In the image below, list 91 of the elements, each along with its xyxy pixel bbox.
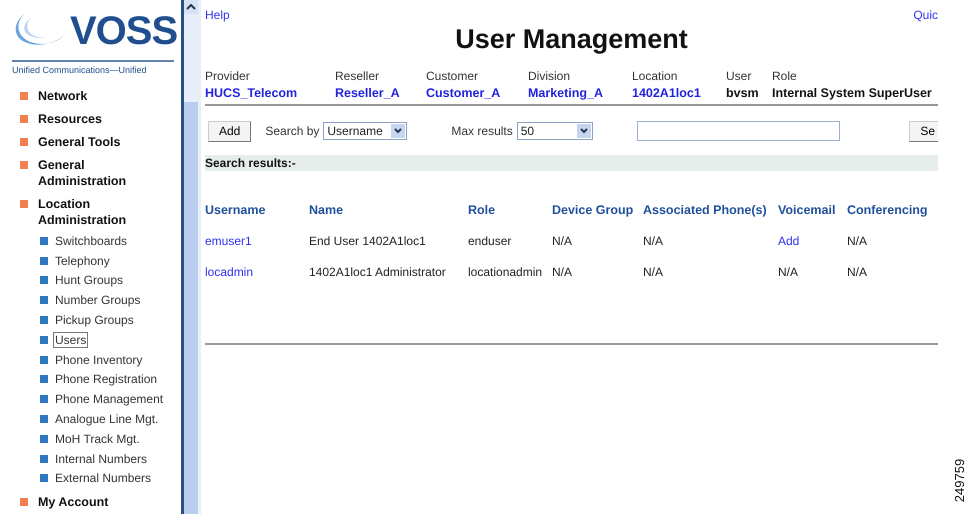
table-cell-text: N/A (552, 234, 574, 248)
submenu-item[interactable]: External Numbers (53, 470, 154, 486)
menu-item[interactable]: General Tools (38, 134, 148, 150)
table-cell-text: End User 1402A1loc1 (309, 234, 427, 248)
context-label: User (726, 69, 752, 83)
table-link[interactable]: locadmin (205, 265, 309, 279)
bullet-icon (40, 296, 48, 304)
submenu-item[interactable]: Internal Numbers (53, 450, 150, 467)
bullet-icon (40, 236, 48, 245)
submenu-item[interactable]: Pickup Groups (53, 312, 136, 328)
column-header: Conferencing (847, 203, 929, 217)
logo-tagline: Unified Communications—Unified (12, 65, 148, 75)
table-cell-text: N/A (847, 265, 868, 279)
search-field[interactable] (636, 121, 840, 141)
bullet-icon (40, 415, 48, 424)
table-cell-text: N/A (847, 234, 868, 248)
figure-number: 249759 (952, 458, 968, 502)
bullet-icon (40, 336, 48, 344)
context-label: Division (528, 69, 572, 83)
table-cell-text: locationadmin (468, 265, 544, 279)
column-header: Voicemail (778, 203, 836, 217)
bullet-icon (40, 434, 48, 443)
context-link[interactable]: HUCS_Telecom (205, 86, 335, 100)
table-cell-text: 1402A1loc1 Administrator (309, 265, 447, 279)
bullet-icon (20, 138, 28, 146)
submenu-item[interactable]: Phone Management (53, 391, 166, 408)
context-label: Provider (205, 69, 251, 83)
context-value: bvsm (726, 86, 760, 100)
quick-link[interactable]: Quic (913, 8, 938, 22)
bullet-icon (20, 161, 28, 169)
column-header: Device Group (552, 203, 634, 217)
submenu-item[interactable]: Hunt Groups (53, 272, 126, 288)
column-header: Associated Phone(s) (643, 203, 768, 217)
submenu-item[interactable]: MoH Track Mgt. (53, 430, 142, 447)
menu-item[interactable]: Network (38, 88, 148, 104)
context-label: Reseller (335, 69, 380, 83)
logo-wordmark: VOSS (70, 8, 178, 54)
bullet-icon (40, 395, 48, 404)
column-header: Username (205, 203, 266, 217)
bullet-icon (40, 276, 48, 284)
help-link[interactable]: Help (205, 8, 230, 22)
bullet-icon (40, 356, 48, 364)
page-title: User Management (454, 24, 689, 55)
bullet-icon (40, 454, 48, 463)
table-link[interactable]: Add (778, 234, 847, 248)
submenu-item[interactable]: Phone Registration (53, 371, 160, 388)
column-header: Name (309, 203, 344, 217)
menu-item[interactable]: Location Administration (38, 196, 148, 228)
submenu-item[interactable]: Analogue Line Mgt. (53, 411, 160, 428)
scroll-up-icon[interactable] (184, 0, 198, 14)
column-header: Role (468, 203, 496, 217)
context-link[interactable]: Reseller_A (335, 86, 426, 100)
context-label: Customer (426, 69, 480, 83)
context-link[interactable]: 1402A1loc1 (632, 86, 726, 100)
bullet-icon (40, 256, 48, 265)
dropdown-caret-icon[interactable] (576, 124, 591, 138)
scrollbar-thumb[interactable] (184, 102, 198, 514)
bullet-icon (20, 115, 28, 123)
bullet-icon (20, 92, 28, 100)
table-cell-text: N/A (643, 234, 664, 248)
bullet-icon (20, 200, 28, 208)
menu-item[interactable]: General Administration (38, 157, 148, 189)
menu-item[interactable]: My Account (38, 494, 148, 510)
table-link[interactable]: emuser1 (205, 234, 309, 248)
submenu-item[interactable]: Number Groups (53, 292, 142, 308)
submenu-item[interactable]: Telephony (53, 252, 112, 269)
context-label: Role (772, 69, 798, 83)
search-button[interactable]: Se (909, 120, 938, 142)
submenu-item[interactable]: Switchboards (53, 232, 130, 249)
table-cell-text: N/A (643, 265, 664, 279)
table-cell-text: enduser (468, 234, 512, 248)
max-results-label: Max results (451, 124, 513, 138)
dropdown-caret-icon[interactable] (391, 124, 406, 138)
table-cell-text: N/A (552, 265, 574, 279)
bullet-icon (40, 474, 48, 482)
context-link[interactable]: Marketing_A (528, 86, 632, 100)
max-results-select[interactable]: 50 (516, 122, 593, 140)
table-cell-text: N/A (778, 265, 800, 279)
menu-item[interactable]: Resources (38, 111, 148, 127)
submenu-item[interactable]: Phone Inventory (53, 352, 144, 368)
context-link[interactable]: Customer_A (426, 86, 528, 100)
context-value: Internal System SuperUser (772, 86, 933, 100)
bullet-icon (20, 498, 28, 506)
bullet-icon (40, 375, 48, 384)
context-label: Location (632, 69, 678, 83)
add-button[interactable]: Add (208, 120, 252, 142)
search-by-select[interactable]: Username (323, 122, 408, 140)
results-heading: Search results:- (205, 156, 296, 170)
search-by-label: Search by (265, 124, 320, 138)
submenu-item[interactable]: Users (53, 332, 88, 348)
bullet-icon (40, 316, 48, 324)
